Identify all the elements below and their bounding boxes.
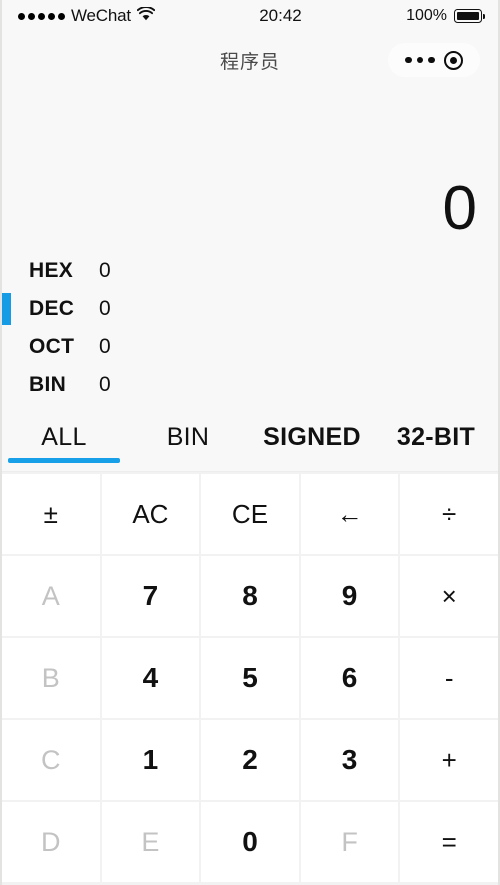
key-hex-b[interactable]: B (2, 638, 100, 718)
key-label: CE (231, 498, 269, 529)
page-title: 程序员 (219, 51, 280, 73)
key-subtract[interactable]: - (400, 638, 498, 718)
status-bar: WeChat 20:42 100% (2, 0, 498, 32)
key-label: 1 (142, 744, 159, 775)
base-label: HEX (29, 259, 74, 282)
key-label: ← (336, 498, 363, 529)
active-base-marker (2, 331, 11, 363)
tab-32bit[interactable]: 32-BIT (374, 404, 498, 471)
miniprogram-capsule[interactable] (388, 43, 480, 77)
key-hex-f[interactable]: F (300, 802, 399, 882)
key-divide[interactable]: ÷ (400, 474, 498, 554)
key-8[interactable]: 8 (201, 556, 299, 636)
mode-tab-bar: ALL BIN SIGNED 32-BIT (2, 404, 498, 472)
key-label: B (41, 662, 60, 693)
key-label: C (41, 744, 61, 775)
key-label: 6 (341, 662, 358, 693)
key-all-clear[interactable]: AC (101, 474, 200, 554)
key-label: 4 (142, 662, 159, 693)
key-label: 5 (242, 662, 258, 693)
key-5[interactable]: 5 (201, 638, 299, 718)
key-1[interactable]: 1 (101, 720, 200, 800)
base-row-dec[interactable]: DEC 0 (2, 290, 498, 328)
key-7[interactable]: 7 (101, 556, 200, 636)
base-value: 0 (99, 259, 111, 282)
key-label: = (441, 826, 457, 857)
nav-bar: 程序员 (2, 32, 498, 88)
carrier-label: WeChat (71, 6, 131, 25)
key-label: + (441, 744, 457, 775)
key-3[interactable]: 3 (300, 720, 399, 800)
calculator-display: 0 (2, 88, 498, 248)
key-label: AC (132, 498, 169, 529)
key-plus-minus[interactable]: ± (2, 474, 100, 554)
active-base-marker (2, 369, 11, 401)
key-label: - (444, 662, 454, 693)
key-label: E (141, 826, 160, 857)
key-hex-e[interactable]: E (101, 802, 200, 882)
signal-dots-icon (18, 12, 65, 20)
active-base-marker (2, 255, 11, 287)
tab-active-underline (380, 458, 492, 463)
tab-active-underline (256, 458, 368, 463)
base-label: BIN (29, 373, 67, 396)
tab-signed[interactable]: SIGNED (250, 404, 374, 471)
more-dots-icon[interactable] (405, 56, 435, 64)
key-label: 8 (242, 580, 258, 611)
keypad: ± AC CE ← ÷ A 7 8 9 × B 4 5 6 - C 1 2 3 + D E 0 F = (2, 472, 498, 885)
status-bar-right: 100% (406, 7, 486, 25)
tab-label: 32-BIT (396, 423, 476, 451)
key-clear-entry[interactable]: CE (201, 474, 299, 554)
tab-bin[interactable]: BIN (126, 404, 250, 471)
key-equals[interactable]: = (400, 802, 498, 882)
key-label: D (41, 826, 61, 857)
key-4[interactable]: 4 (101, 638, 200, 718)
active-base-marker (2, 293, 11, 325)
key-6[interactable]: 6 (300, 638, 399, 718)
tab-label: SIGNED (263, 423, 361, 451)
key-label: A (41, 580, 60, 611)
target-circle-icon[interactable] (443, 50, 463, 70)
base-list: HEX 0 DEC 0 OCT 0 BIN 0 (2, 248, 498, 404)
key-multiply[interactable]: × (400, 556, 498, 636)
battery-percent-label: 100% (406, 7, 447, 24)
status-bar-clock: 20:42 (259, 6, 302, 25)
key-0[interactable]: 0 (201, 802, 299, 882)
wifi-icon (136, 6, 156, 26)
key-label: ± (43, 498, 58, 529)
base-row-oct[interactable]: OCT 0 (2, 328, 498, 366)
key-label: F (341, 826, 358, 857)
key-label: ÷ (442, 498, 457, 529)
tab-all[interactable]: ALL (2, 404, 126, 471)
key-9[interactable]: 9 (300, 556, 399, 636)
base-value: 0 (99, 373, 111, 396)
tab-active-underline (132, 458, 244, 463)
phone-screen: WeChat 20:42 100% 程序员 0 HEX 0 DEC 0 OCT … (0, 0, 500, 885)
key-2[interactable]: 2 (201, 720, 299, 800)
key-hex-a[interactable]: A (2, 556, 100, 636)
key-label: 3 (341, 744, 358, 775)
battery-full-icon (454, 9, 486, 23)
tab-label: ALL (41, 423, 87, 451)
status-bar-left: WeChat (18, 6, 156, 26)
base-label: DEC (29, 297, 75, 320)
key-add[interactable]: + (400, 720, 498, 800)
tab-active-underline (8, 458, 120, 463)
key-hex-d[interactable]: D (2, 802, 100, 882)
key-label: 7 (142, 580, 159, 611)
key-label: 2 (242, 744, 258, 775)
key-backspace[interactable]: ← (300, 474, 399, 554)
base-row-bin[interactable]: BIN 0 (2, 366, 498, 404)
base-value: 0 (99, 335, 111, 358)
key-label: 0 (242, 826, 258, 857)
display-value: 0 (442, 174, 477, 243)
base-value: 0 (99, 297, 111, 320)
key-label: 9 (341, 580, 358, 611)
tab-label: BIN (166, 423, 210, 451)
base-row-hex[interactable]: HEX 0 (2, 252, 498, 290)
key-hex-c[interactable]: C (2, 720, 100, 800)
base-label: OCT (29, 335, 75, 358)
key-label: × (441, 580, 457, 611)
